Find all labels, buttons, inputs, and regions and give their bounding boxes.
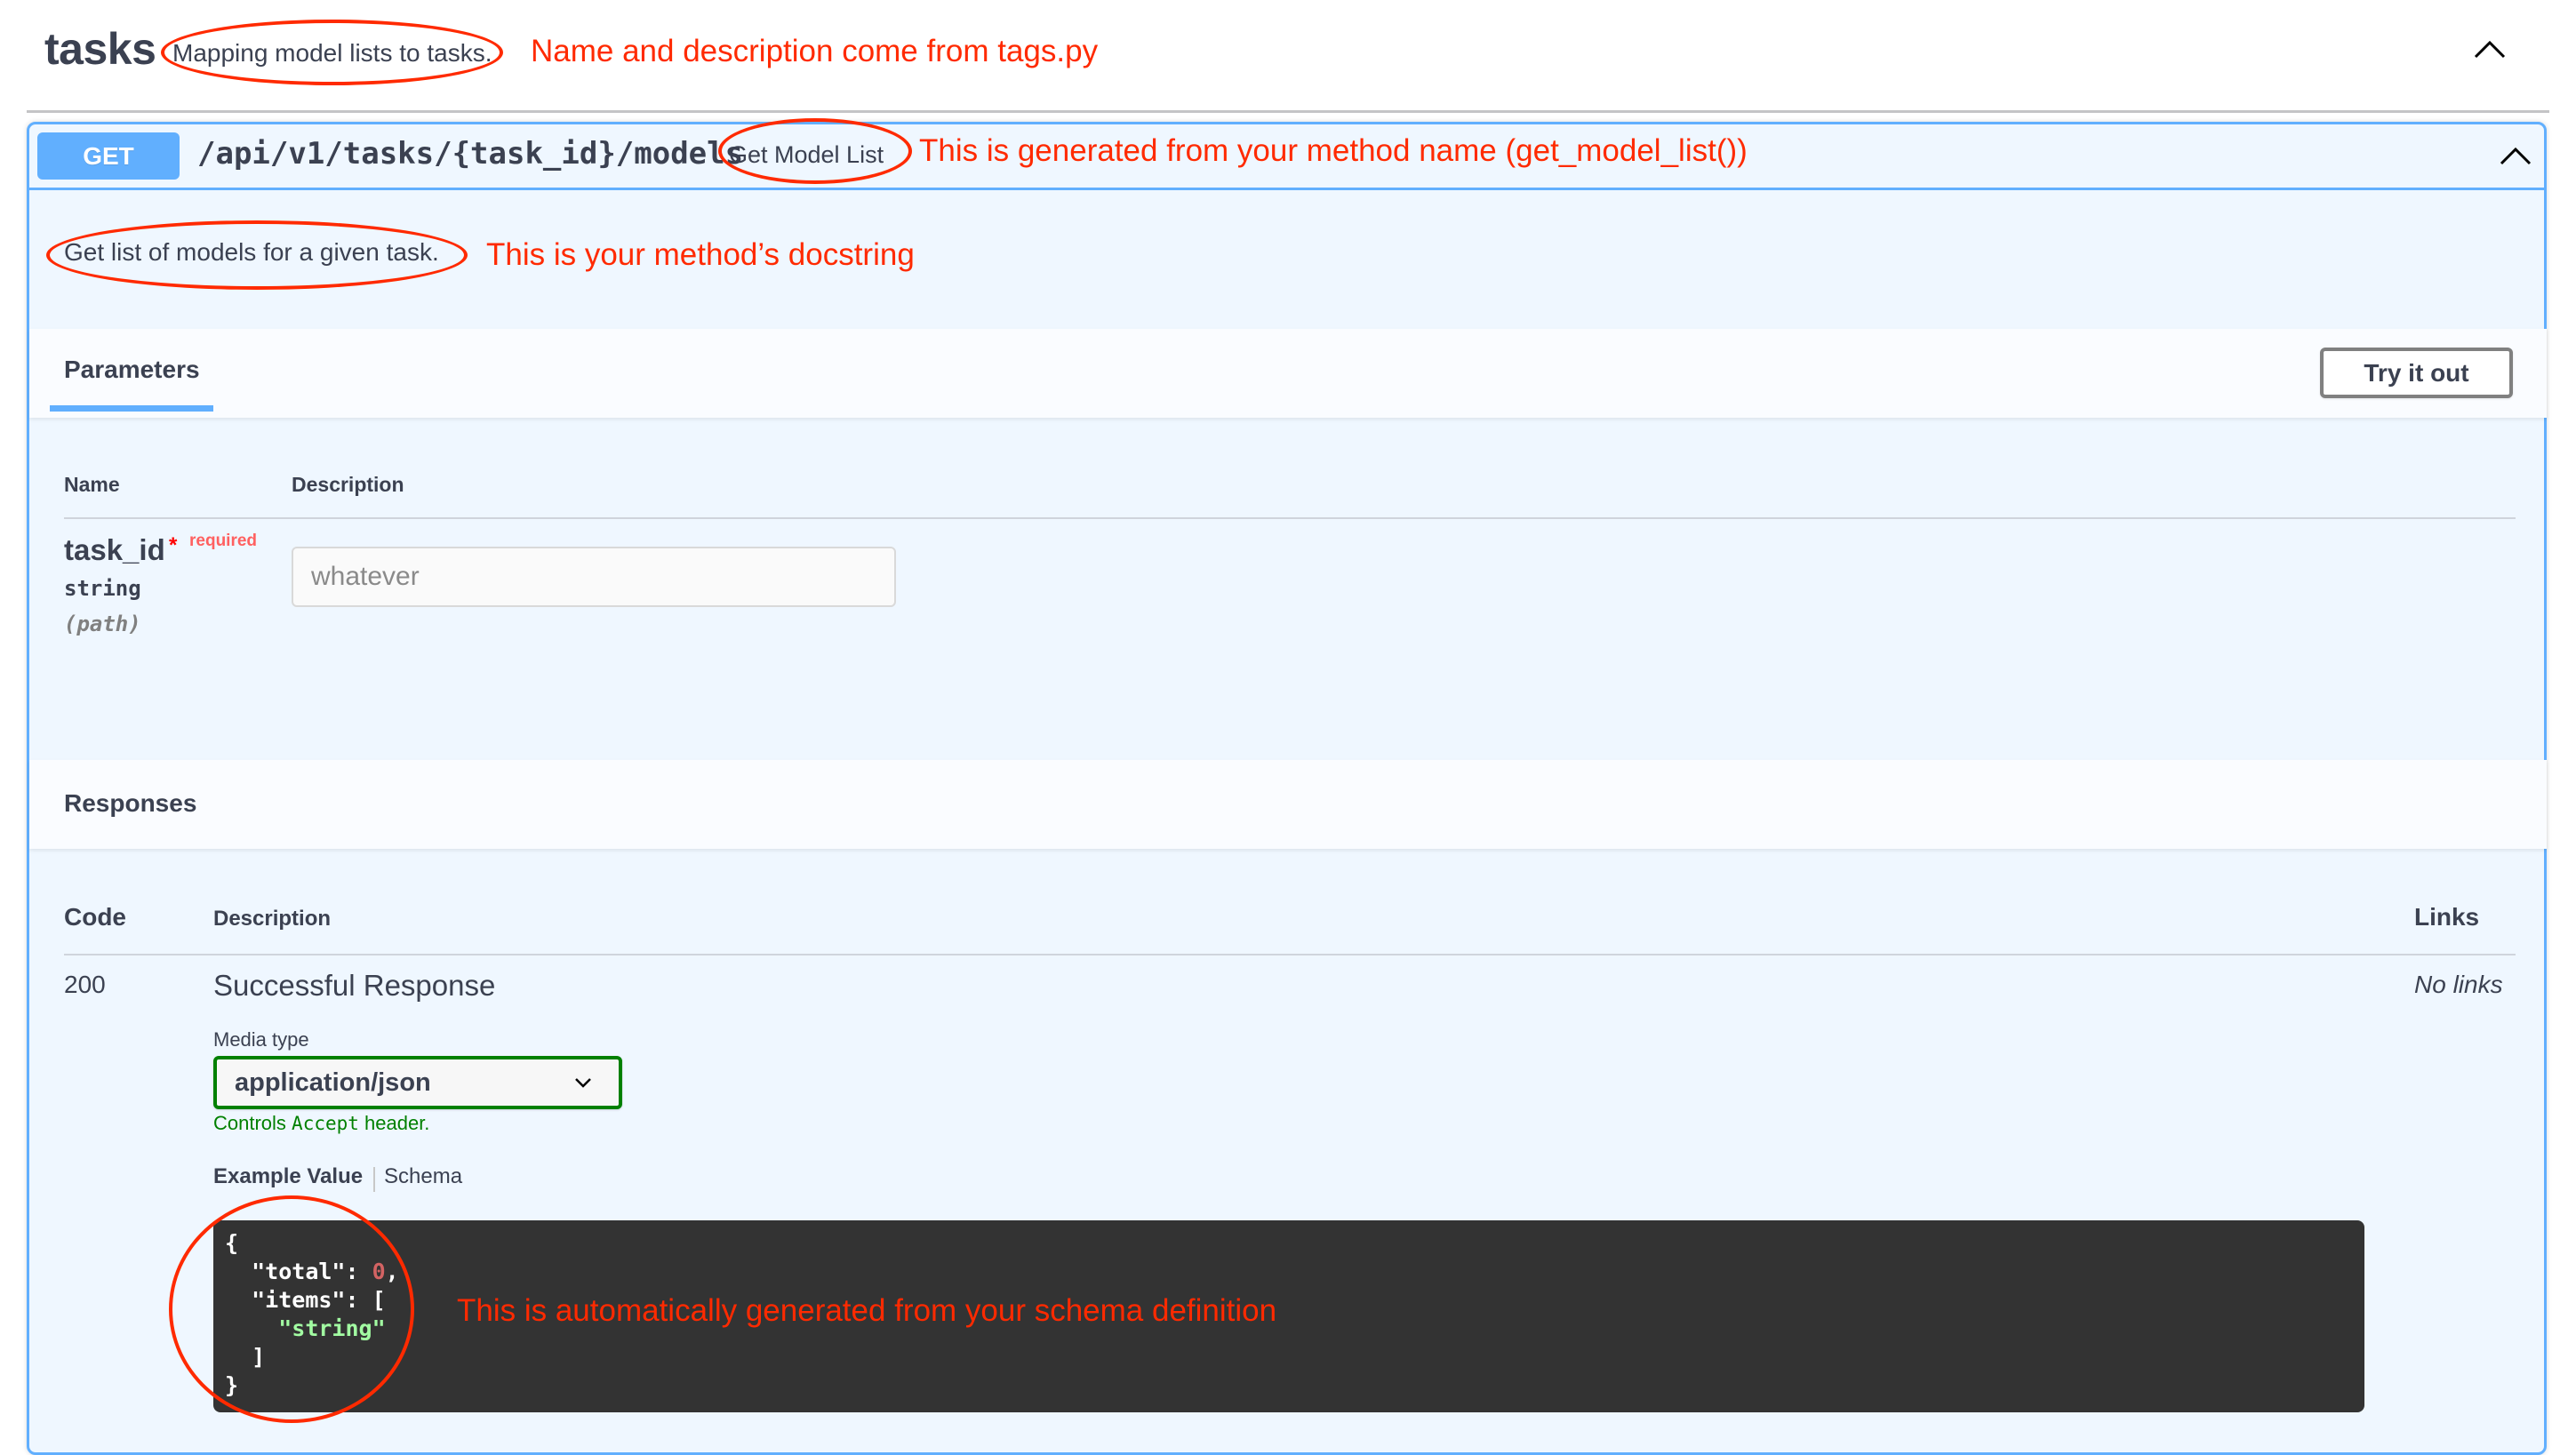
parameter-type: string (64, 576, 141, 601)
chevron-up-icon[interactable] (2500, 146, 2532, 165)
responses-header (29, 760, 2547, 849)
column-header-links: Links (2414, 903, 2480, 931)
media-type-value: application/json (235, 1067, 431, 1097)
column-header-description: Description (292, 473, 404, 496)
controls-code: Accept (292, 1113, 359, 1134)
table-divider (64, 517, 2516, 519)
media-type-select[interactable]: application/json (213, 1056, 622, 1109)
responses-title: Responses (64, 789, 197, 817)
annotation-docstring: This is your method’s docstring (486, 237, 915, 272)
try-it-out-button[interactable]: Try it out (2320, 348, 2513, 398)
parameter-name: task_id (64, 533, 165, 566)
media-type-label: Media type (213, 1028, 309, 1051)
tab-schema[interactable]: Schema (384, 1164, 462, 1189)
chevron-down-icon (575, 1078, 591, 1088)
active-tab-indicator (50, 405, 213, 412)
response-links: No links (2414, 971, 2503, 998)
summary-divider (29, 188, 2547, 190)
annotation-ellipse (161, 20, 503, 85)
annotation-ellipse (169, 1195, 414, 1423)
required-asterisk: * (169, 533, 178, 557)
column-header-name: Name (64, 473, 120, 496)
parameters-header (29, 329, 2547, 418)
response-description: Successful Response (213, 969, 496, 1002)
parameter-location: (path) (64, 612, 141, 636)
annotation-schema: This is automatically generated from you… (457, 1293, 1277, 1328)
annotation-ellipse (718, 118, 912, 184)
tag-divider (27, 110, 2549, 113)
tab-parameters[interactable]: Parameters (64, 356, 200, 384)
tag-title[interactable]: tasks (44, 23, 156, 75)
column-header-code: Code (64, 903, 126, 931)
controls-suffix: header. (358, 1112, 430, 1134)
annotation-summary: This is generated from your method name … (919, 133, 1748, 168)
annotation-tag: Name and description come from tags.py (531, 34, 1099, 68)
controls-prefix: Controls (213, 1112, 292, 1134)
required-label: required (189, 532, 258, 550)
task-id-input[interactable] (292, 547, 896, 607)
chevron-up-icon[interactable] (2474, 39, 2506, 59)
response-code: 200 (64, 971, 106, 998)
tab-example-value[interactable]: Example Value (213, 1164, 363, 1189)
column-header-description: Description (213, 907, 332, 931)
method-badge[interactable]: GET (37, 132, 180, 180)
controls-accept-note: Controls Accept header. (213, 1112, 429, 1135)
table-divider (64, 954, 2516, 955)
operation-path[interactable]: /api/v1/tasks/{task_id}/models (197, 136, 743, 172)
tab-separator (373, 1167, 375, 1192)
annotation-ellipse (46, 220, 468, 290)
